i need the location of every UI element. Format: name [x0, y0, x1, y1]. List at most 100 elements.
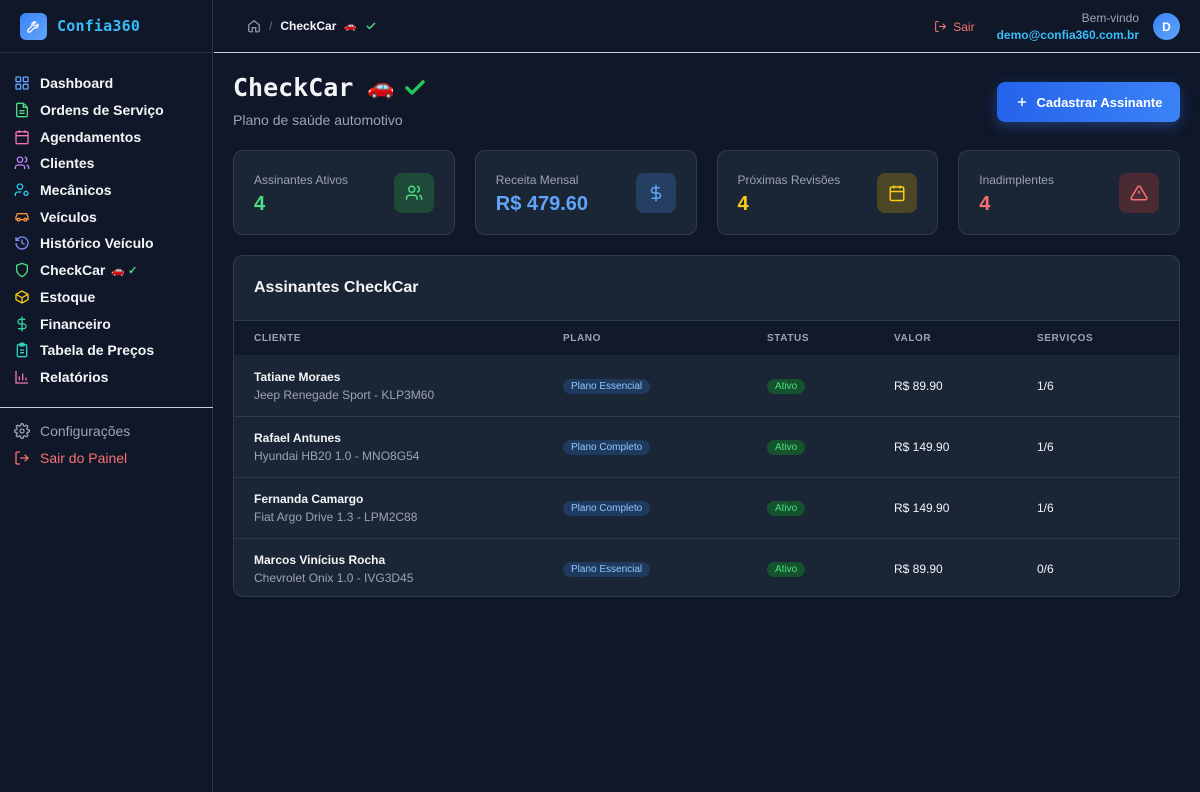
table-row[interactable]: Fernanda Camargo Fiat Argo Drive 1.3 - L… — [234, 477, 1179, 538]
sidebar-item-ordens-de-servico[interactable]: Ordens de Serviço — [0, 97, 212, 124]
logout-label: Sair — [953, 19, 975, 34]
plan-badge: Plano Essencial — [563, 378, 651, 394]
sidebar-item-dashboard[interactable]: Dashboard — [0, 70, 212, 97]
sidebar-item-historico-veiculo[interactable]: Histórico Veículo — [0, 230, 212, 257]
client-cell: Fernanda Camargo Fiat Argo Drive 1.3 - L… — [234, 492, 563, 524]
status-badge: Ativo — [767, 378, 806, 394]
avatar[interactable]: D — [1153, 13, 1180, 40]
sidebar-item-label: Agendamentos — [40, 128, 142, 145]
user-email: demo@confia360.com.br — [996, 28, 1139, 42]
client-vehicle: Fiat Argo Drive 1.3 - LPM2C88 — [254, 510, 418, 524]
client-vehicle: Hyundai HB20 1.0 - MNO8G54 — [254, 449, 420, 463]
services-cell: 1/6 — [1037, 440, 1054, 454]
client-name: Fernanda Camargo — [254, 492, 364, 506]
file-icon — [16, 102, 28, 118]
status-cell: Ativo — [767, 439, 894, 455]
sidebar-item-veiculos[interactable]: Veículos — [0, 203, 212, 230]
add-subscriber-label: Cadastrar Assinante — [1036, 94, 1163, 110]
sidebar-item-label: CheckCar — [40, 262, 106, 279]
sidebar-item-label: Histórico Veículo — [40, 235, 154, 252]
plan-cell: Plano Essencial — [563, 378, 767, 394]
status-badge: Ativo — [767, 440, 806, 455]
column-header-plano: PLANO — [563, 332, 601, 344]
bar-chart-icon — [15, 370, 28, 384]
sidebar-item-tabela-de-precos[interactable]: Tabela de Preços — [0, 337, 212, 364]
sidebar-item-configuracoes[interactable]: Configurações — [0, 418, 213, 445]
topbar-right: Sair Bem-vindo demo@confia360.com.br D — [934, 0, 1180, 53]
page-title-text: CheckCar — [233, 73, 354, 102]
logout-icon — [15, 451, 29, 465]
plan-cell: Plano Completo — [563, 439, 767, 455]
table-title: Assinantes CheckCar — [234, 256, 1179, 321]
check-icon — [366, 22, 376, 30]
sidebar-item-relatorios[interactable]: Relatórios — [0, 364, 212, 391]
sidebar-item-label: Relatórios — [40, 368, 109, 385]
sidebar-item-label: Mecânicos — [40, 182, 112, 199]
add-subscriber-button[interactable]: Cadastrar Assinante — [997, 82, 1180, 122]
sidebar-bottom: Configurações Sair do Painel — [0, 418, 213, 471]
plan-cell: Plano Completo — [563, 500, 767, 516]
column-header-cliente: CLIENTE — [254, 332, 301, 344]
services-cell: 1/6 — [1037, 378, 1054, 393]
grid-icon — [15, 76, 29, 91]
sidebar-item-label: Clientes — [40, 155, 95, 172]
brand[interactable]: Confia360 — [0, 0, 212, 53]
topbar: / CheckCar 🚗 Sair Bem-vindo demo@confia3… — [214, 0, 1200, 53]
table-row[interactable]: Marcos Vinícius Rocha Chevrolet Onix 1.0… — [234, 538, 1179, 596]
user-info: Bem-vindo demo@confia360.com.br — [997, 11, 1139, 42]
client-cell: Tatiane Moraes Jeep Renegade Sport - KLP… — [234, 370, 563, 402]
sidebar-divider — [0, 407, 213, 408]
subscribers-table-card: Assinantes CheckCar CLIENTE PLANO STATUS… — [233, 255, 1180, 597]
sidebar-item-agendamentos[interactable]: Agendamentos — [0, 123, 212, 150]
logout-icon — [935, 21, 947, 32]
stat-card-receita-mensal: Receita Mensal R$ 479.60 — [474, 150, 697, 235]
status-badge: Ativo — [767, 562, 806, 577]
sidebar-item-clientes[interactable]: Clientes — [0, 150, 212, 177]
alert-icon — [1119, 173, 1159, 213]
column-header-valor: VALOR — [894, 332, 932, 344]
sidebar-item-label: Ordens de Serviço — [40, 102, 164, 119]
plan-badge: Plano Essencial — [563, 562, 651, 577]
logout-button[interactable]: Sair — [934, 19, 975, 34]
user-cog-icon — [14, 183, 29, 197]
value-cell: R$ 149.90 — [894, 501, 950, 515]
check-icon — [405, 79, 425, 95]
users-icon — [14, 156, 30, 170]
client-cell: Marcos Vinícius Rocha Chevrolet Onix 1.0… — [234, 553, 563, 585]
box-icon — [15, 290, 29, 304]
stat-card-inadimplentes: Inadimplentes 4 — [958, 150, 1180, 235]
client-vehicle: Chevrolet Onix 1.0 - IVG3D45 — [254, 571, 414, 585]
sidebar-item-mecanicos[interactable]: Mecânicos — [0, 177, 212, 204]
dollar-icon — [635, 173, 676, 213]
car-emoji-icon: 🚗 — [367, 75, 395, 100]
sidebar-nav: Dashboard Ordens de Serviço Agendamentos… — [0, 53, 212, 390]
home-icon[interactable] — [247, 19, 261, 33]
sidebar-item-estoque[interactable]: Estoque — [0, 284, 212, 311]
sidebar-item-logout[interactable]: Sair do Painel — [0, 445, 213, 472]
users-icon — [393, 173, 434, 213]
client-name: Marcos Vinícius Rocha — [254, 553, 386, 567]
status-badge: Ativo — [767, 501, 806, 516]
table-row[interactable]: Rafael Antunes Hyundai HB20 1.0 - MNO8G5… — [234, 416, 1179, 477]
title-badges: 🚗 — [367, 75, 426, 100]
client-name: Rafael Antunes — [254, 431, 341, 445]
table-row[interactable]: Tatiane Moraes Jeep Renegade Sport - KLP… — [234, 355, 1179, 416]
sidebar-item-label: Veículos — [40, 208, 97, 225]
value-cell: R$ 89.90 — [894, 562, 943, 576]
plan-badge: Plano Completo — [563, 440, 651, 455]
dollar-icon — [17, 316, 27, 331]
welcome-text: Bem-vindo — [1081, 11, 1139, 25]
sidebar-item-label: Estoque — [40, 288, 96, 305]
calendar-icon — [15, 130, 29, 145]
sidebar-item-financeiro[interactable]: Financeiro — [0, 310, 212, 337]
services-cell: 0/6 — [1037, 562, 1054, 576]
status-cell: Ativo — [767, 561, 894, 577]
value-cell: R$ 149.90 — [894, 440, 950, 454]
car-icon — [15, 212, 29, 222]
sidebar-item-checkcar[interactable]: CheckCar 🚗 ✓ — [0, 257, 212, 284]
sidebar: Confia360 Dashboard Ordens de Serviço Ag… — [0, 0, 213, 792]
table-header: CLIENTE PLANO STATUS VALOR SERVIÇOS — [234, 321, 1179, 355]
column-header-status: STATUS — [767, 332, 810, 344]
services-cell: 1/6 — [1037, 501, 1054, 515]
breadcrumb: / CheckCar 🚗 — [247, 19, 377, 33]
